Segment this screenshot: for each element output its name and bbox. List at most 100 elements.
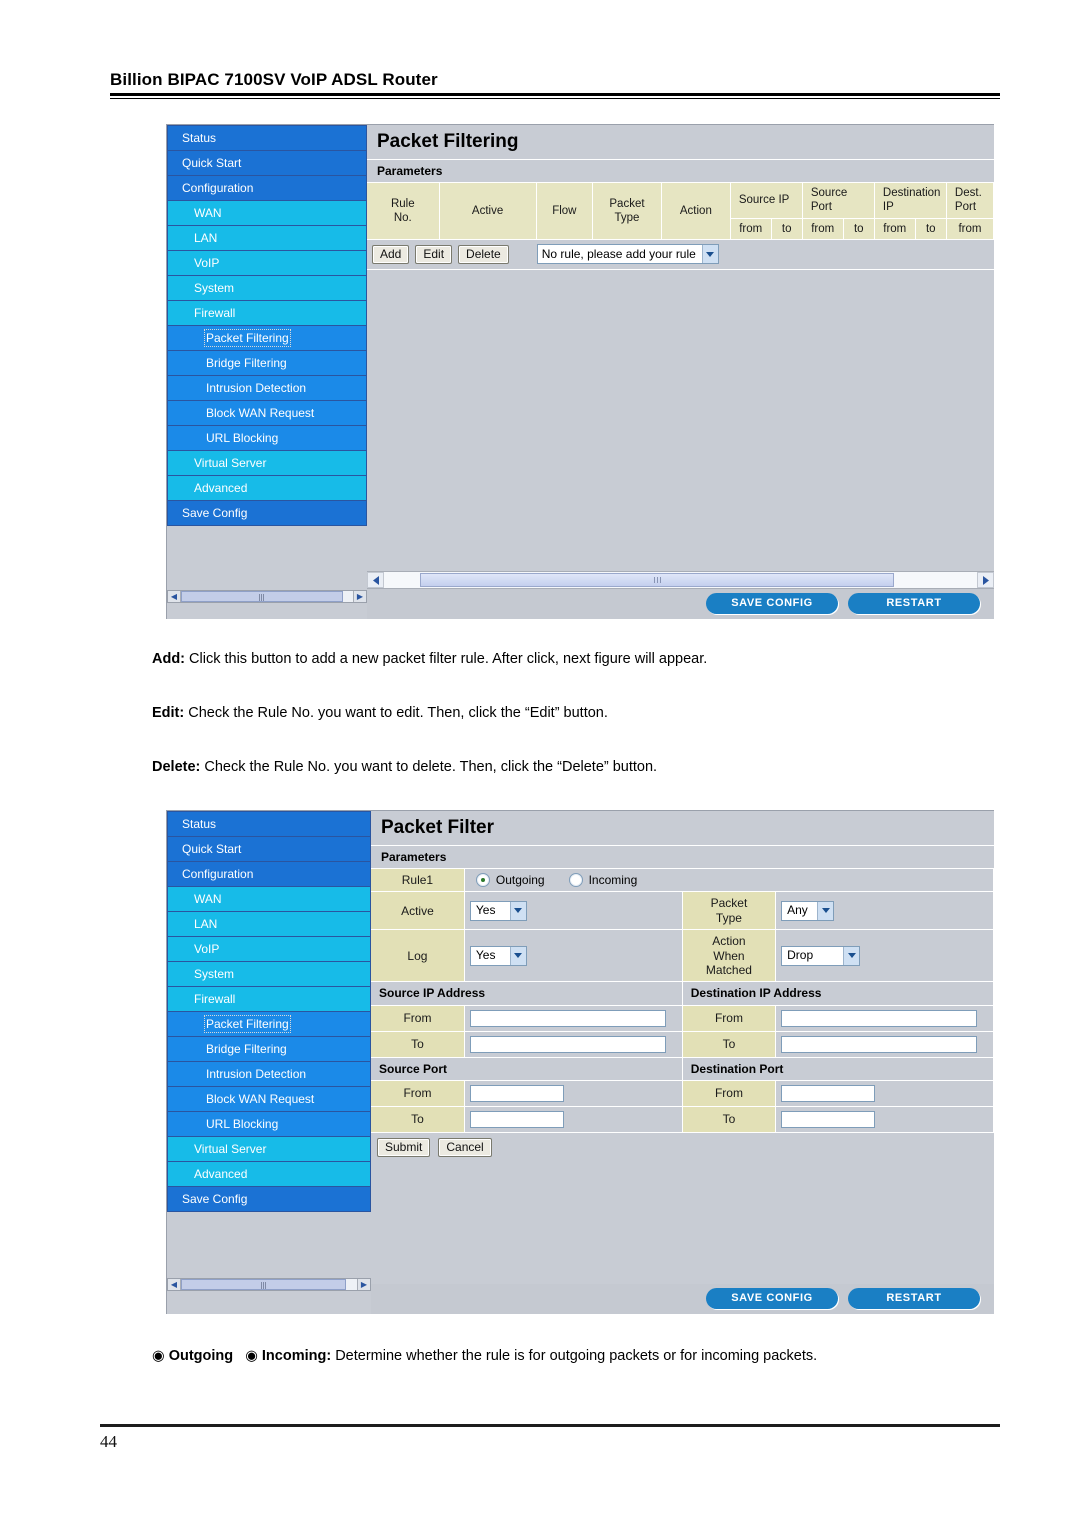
scroll-track[interactable] [181,1279,357,1290]
sidebar-item-voip[interactable]: VoIP [168,937,370,962]
sidebar-item-system[interactable]: System [168,962,370,987]
sidebar-item-status[interactable]: Status [168,812,370,837]
field-src-port-from[interactable] [464,1080,683,1108]
sidebar-item-quick-start[interactable]: Quick Start [168,151,366,176]
field-src-ip-to[interactable] [464,1031,683,1058]
sidebar-item-label: Save Config [182,1192,248,1206]
sidebar-item-wan[interactable]: WAN [168,887,370,912]
scroll-right-icon[interactable]: ▶ [357,1279,370,1290]
scroll-thumb[interactable] [181,1279,347,1290]
dst-port-to-input[interactable] [781,1111,876,1129]
restart-button[interactable]: RESTART [848,1288,980,1309]
radio-incoming[interactable] [568,873,583,888]
radio-outgoing[interactable] [475,873,490,888]
active-select[interactable]: Yes [469,900,527,921]
field-dst-port-from[interactable] [775,1080,994,1108]
scroll-right-icon[interactable]: ▶ [353,591,366,602]
sidebar-item-system[interactable]: System [168,276,366,301]
sidebar-item-save-config[interactable]: Save Config [168,501,366,526]
sidebar-item-firewall[interactable]: Firewall [168,301,366,326]
sidebar-item-packet-filtering[interactable]: Packet Filtering [168,326,366,351]
add-button[interactable]: Add [372,244,410,264]
field-dst-ip-from[interactable] [775,1005,994,1032]
field-src-port-to[interactable] [464,1106,683,1134]
save-config-button[interactable]: SAVE CONFIG [706,593,838,614]
sidebar-item-virtual-server[interactable]: Virtual Server [168,1137,370,1162]
chevron-down-icon[interactable] [509,901,526,920]
scroll-thumb[interactable] [181,591,343,602]
sidebar-hscrollbar-2[interactable]: ◀ ▶ [167,1278,371,1291]
form-row-port-from: From From [371,1080,994,1108]
field-dst-ip-to[interactable] [775,1031,994,1058]
field-log[interactable]: Yes [464,929,683,983]
bottom-note-outgoing: Outgoing [168,1348,234,1364]
sidebar-item-url-blocking[interactable]: URL Blocking [168,1112,370,1137]
sidebar-item-url-blocking[interactable]: URL Blocking [168,426,366,451]
cancel-button[interactable]: Cancel [438,1138,492,1158]
field-src-ip-from[interactable] [464,1005,683,1032]
sidebar-item-voip[interactable]: VoIP [168,251,366,276]
sidebar-item-intrusion-detection[interactable]: Intrusion Detection [168,1062,370,1087]
sidebar-item-packet-filtering[interactable]: Packet Filtering [168,1012,370,1037]
chevron-down-icon[interactable] [843,946,860,965]
label-packet-type: Packet Type [682,891,777,931]
scroll-left-icon[interactable]: ◀ [168,591,181,602]
sidebar-item-advanced[interactable]: Advanced [168,1162,370,1187]
field-active[interactable]: Yes [464,891,683,931]
sidebar-item-bridge-filtering[interactable]: Bridge Filtering [168,351,366,376]
chevron-down-icon[interactable] [701,245,718,264]
packet-type-select[interactable]: Any [781,900,835,921]
hscroll-thumb-1[interactable] [419,573,894,587]
save-config-button[interactable]: SAVE CONFIG [706,1288,838,1309]
chevron-down-icon[interactable] [817,901,834,920]
src-port-to-input[interactable] [469,1111,564,1129]
sidebar-hscrollbar-1[interactable]: ◀ ▶ [167,590,367,603]
chevron-down-icon[interactable] [509,946,526,965]
field-packet-type[interactable]: Any [775,891,994,931]
scroll-left-icon[interactable]: ◀ [168,1279,181,1290]
edit-button[interactable]: Edit [415,244,453,264]
sidebar-item-status[interactable]: Status [168,126,366,151]
nav-menu-1[interactable]: Status Quick Start Configuration WAN LAN VoIP… [167,125,367,526]
restart-button[interactable]: RESTART [848,593,980,614]
sidebar-item-lan[interactable]: LAN [168,912,370,937]
flow-radio-group[interactable]: Outgoing Incoming [464,869,995,893]
sidebar-item-save-config[interactable]: Save Config [168,1187,370,1212]
sidebar-item-virtual-server[interactable]: Virtual Server [168,451,366,476]
sidebar-item-configuration[interactable]: Configuration [168,862,370,887]
sidebar-item-block-wan-request[interactable]: Block WAN Request [168,401,366,426]
description-delete-text: Check the Rule No. you want to delete. T… [200,759,658,775]
src-port-from-input[interactable] [469,1085,564,1103]
sidebar-item-advanced[interactable]: Advanced [168,476,366,501]
scroll-track[interactable] [181,591,353,602]
sidebar-item-intrusion-detection[interactable]: Intrusion Detection [168,376,366,401]
action-select[interactable]: Drop [781,945,861,966]
hscroll-track-1[interactable] [384,572,977,588]
src-ip-from-input[interactable] [469,1009,666,1027]
th-flow: Flow [536,183,594,241]
sidebar-item-label: System [194,967,235,981]
field-dst-port-to[interactable] [775,1106,994,1134]
delete-button[interactable]: Delete [458,244,509,264]
dst-ip-to-input[interactable] [781,1035,978,1053]
sidebar-item-block-wan-request[interactable]: Block WAN Request [168,1087,370,1112]
dst-port-from-input[interactable] [781,1085,876,1103]
sidebar-item-wan[interactable]: WAN [168,201,366,226]
submit-button[interactable]: Submit [377,1138,431,1158]
sidebar-item-lan[interactable]: LAN [168,226,366,251]
panel-hscrollbar-1[interactable] [367,571,994,589]
sidebar-item-quick-start[interactable]: Quick Start [168,837,370,862]
rule-select[interactable]: No rule, please add your rule [536,244,719,265]
label-dst-ip-from: From [682,1005,777,1032]
sidebar-item-bridge-filtering[interactable]: Bridge Filtering [168,1037,370,1062]
hscroll-left-icon[interactable] [367,572,384,588]
nav-menu-2[interactable]: Status Quick Start Configuration WAN LAN VoIP… [167,811,371,1212]
sidebar-item-configuration[interactable]: Configuration [168,176,366,201]
sidebar-item-firewall[interactable]: Firewall [168,987,370,1012]
hscroll-right-icon[interactable] [977,572,994,588]
dst-ip-from-input[interactable] [781,1009,978,1027]
field-action[interactable]: Drop [775,929,994,983]
log-select[interactable]: Yes [469,945,527,966]
src-ip-to-input[interactable] [469,1035,666,1053]
sidebar-item-label: VoIP [194,256,220,270]
